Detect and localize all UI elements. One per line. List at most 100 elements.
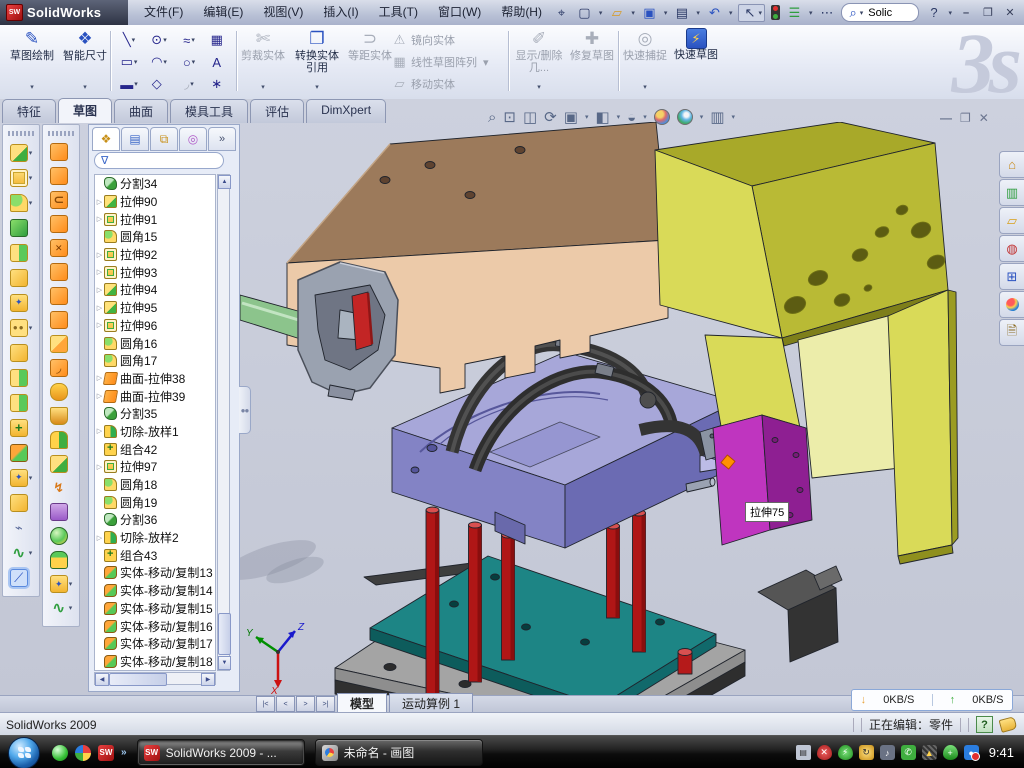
new-file-icon[interactable]: ▢ [576, 5, 593, 21]
messenger-icon[interactable] [52, 745, 68, 761]
tree-filter-box[interactable]: ∇ [94, 152, 224, 169]
select-tool-button[interactable]: ↖▾ [738, 4, 765, 22]
tree-item[interactable]: ▷ 拉伸93 [95, 263, 215, 281]
menu-item[interactable]: 插入(I) [313, 0, 368, 25]
doc-close-button[interactable]: ✕ [979, 111, 989, 125]
zoom-area-icon[interactable]: ⊡ [503, 108, 516, 126]
surface-tool-button[interactable]: ▾ [43, 332, 79, 356]
command-tab[interactable]: 曲面 [114, 99, 168, 123]
taskbar-button-solidworks[interactable]: SW SolidWorks 2009 - ... [137, 739, 305, 766]
expand-arrow-icon[interactable]: ▷ [95, 321, 104, 329]
chevron-down-icon[interactable]: ▾ [132, 36, 136, 44]
toolbar-grip[interactable] [8, 131, 34, 136]
chevron-down-icon[interactable]: ▾ [809, 9, 813, 17]
toolbar-grip[interactable] [48, 131, 74, 136]
expand-arrow-icon[interactable]: ▷ [95, 198, 104, 206]
menu-item[interactable]: 帮助(H) [491, 0, 552, 25]
expand-arrow-icon[interactable]: ▷ [95, 427, 104, 435]
undo-icon[interactable]: ↶ [706, 5, 723, 21]
feature-tool-button[interactable]: ▾ [3, 390, 39, 415]
chevron-down-icon[interactable]: ▾ [163, 58, 167, 66]
expand-arrow-icon[interactable]: ▷ [95, 251, 104, 259]
chevron-down-icon[interactable]: ▾ [83, 82, 87, 94]
repair-sketch-button[interactable]: ✚ 修复草图 [570, 28, 614, 94]
tree-item[interactable]: ▷ 圆角17 [95, 352, 215, 370]
connection-icon[interactable]: ✆ [901, 745, 916, 760]
chevron-down-icon[interactable]: ▾ [617, 113, 621, 121]
rapid-sketch-button[interactable]: ⚡ 快速草图 [672, 28, 720, 94]
tree-item[interactable]: ▷ 拉伸91 [95, 210, 215, 228]
menu-item[interactable]: 文件(F) [134, 0, 193, 25]
feature-tool-button[interactable]: ▾ [3, 365, 39, 390]
tree-item[interactable]: ▷ 拉伸90 [95, 193, 215, 211]
tree-item[interactable]: ▷ 拉伸92 [95, 246, 215, 264]
feature-tool-button[interactable]: ▾ [3, 490, 39, 515]
trim-entities-button[interactable]: ✄ 剪裁实体 ▾ [240, 28, 286, 94]
command-tab[interactable]: 特征 [2, 99, 56, 123]
scroll-left-button[interactable]: ◀ [95, 673, 109, 686]
quick-tips-icon[interactable]: ? [976, 716, 993, 733]
feature-tool-button[interactable]: ▾ [3, 290, 39, 315]
tree-horizontal-scrollbar[interactable]: ◀ ▶ [94, 672, 216, 685]
tree-vertical-scrollbar[interactable]: ▲ ▼ [217, 174, 230, 671]
search-results-tab[interactable]: ◍ [999, 235, 1024, 262]
surface-tool-button[interactable]: ▾ [43, 284, 79, 308]
tree-item[interactable]: ▷ 拉伸97 [95, 458, 215, 476]
tree-item[interactable]: ▷ 曲面-拉伸39 [95, 387, 215, 405]
surface-tool-button[interactable]: ▾ [43, 212, 79, 236]
tree-item[interactable]: ▷ 切除-放样1 [95, 423, 215, 441]
part-extrude75-magenta[interactable] [713, 415, 812, 545]
tree-item[interactable]: ▷ 实体-移动/复制15 [95, 600, 215, 618]
model-tab[interactable]: 运动算例 1 [389, 693, 473, 713]
surface-tool-button[interactable]: ▾ [43, 404, 79, 428]
chevron-down-icon[interactable]: ▾ [731, 113, 735, 121]
property-manager-tab[interactable]: ▤ [121, 127, 149, 151]
tree-item[interactable]: ▷ 曲面-拉伸38 [95, 370, 215, 388]
taskbar-button-paint[interactable]: 未命名 - 画图 [315, 739, 483, 766]
surface-tool-button[interactable]: ▾ [43, 380, 79, 404]
pin-icon[interactable]: ⌖ [553, 5, 570, 21]
sketch-button[interactable]: ✎ 草图绘制 ▾ [6, 28, 58, 94]
chevron-down-icon[interactable]: ▾ [69, 580, 73, 588]
surface-tool-button[interactable]: ▾ [43, 308, 79, 332]
chevron-down-icon[interactable]: ▾ [729, 9, 733, 17]
filter-input[interactable] [112, 154, 217, 168]
tree-item[interactable]: ▷ 圆角16 [95, 334, 215, 352]
chevron-down-icon[interactable]: ▾ [190, 80, 194, 88]
chevron-down-icon[interactable]: ▾ [69, 604, 73, 612]
chevron-down-icon[interactable]: ▾ [29, 549, 33, 557]
menu-item[interactable]: 编辑(E) [193, 0, 253, 25]
chevron-down-icon[interactable]: ▾ [599, 9, 603, 17]
feature-tool-button[interactable]: ▾ [3, 315, 39, 340]
feature-tool-button[interactable]: ▾ [3, 165, 39, 190]
surface-tool-button[interactable]: ▾ [43, 164, 79, 188]
offset-entities-button[interactable]: ⊃ 等距实体 [348, 28, 392, 94]
view-settings-icon[interactable]: ▥ [710, 108, 724, 126]
display-style-icon[interactable]: ◧ [595, 108, 609, 126]
chevron-down-icon[interactable]: ▾ [29, 324, 33, 332]
search-box[interactable]: ⌕ ▾ [841, 3, 919, 22]
tree-item[interactable]: ▷ 实体-移动/复制17 [95, 635, 215, 653]
chevron-down-icon[interactable]: ▾ [758, 9, 762, 17]
chevron-down-icon[interactable]: ▾ [29, 149, 33, 157]
feature-tool-button[interactable]: ▾ [3, 240, 39, 265]
rotate-view-icon[interactable]: ⟳ [544, 108, 557, 126]
save-icon[interactable]: ▣ [641, 5, 658, 21]
doc-restore-button[interactable]: ❐ [960, 111, 971, 125]
view-orientation-icon[interactable]: ▣ [564, 108, 578, 126]
print-icon[interactable]: ▤ [673, 5, 690, 21]
move-entities-button[interactable]: ▱移动实体 [392, 73, 504, 95]
doc-minimize-button[interactable]: — [940, 111, 952, 125]
tab-nav-button[interactable]: >| [316, 696, 335, 712]
feature-tool-button[interactable]: ▾ [3, 565, 39, 590]
sketch-entity-button[interactable]: ◞▾ [174, 73, 204, 95]
surface-tool-button[interactable]: ▾ [43, 356, 79, 380]
resources-home-tab[interactable]: ⌂ [999, 151, 1024, 178]
security-alert-icon[interactable]: ✕ [817, 745, 832, 760]
network-warning-icon[interactable]: ▲ [922, 745, 937, 760]
surface-tool-button[interactable]: ▾ [43, 260, 79, 284]
tree-item[interactable]: ▷ 实体-移动/复制13 [95, 564, 215, 582]
surface-tool-button[interactable]: ▾ [43, 596, 79, 620]
keyboard-layout-icon[interactable]: ▤ [796, 745, 811, 760]
sketch-entity-button[interactable]: ▦▾ [204, 29, 234, 51]
